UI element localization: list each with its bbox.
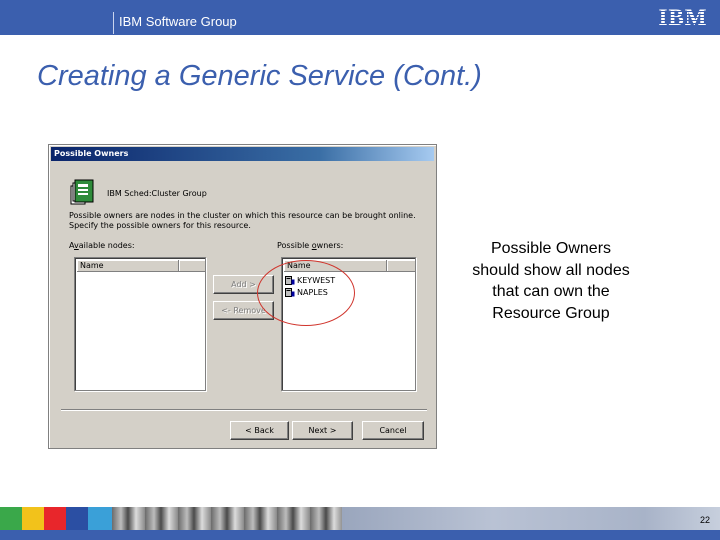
cluster-group-icon: [68, 178, 98, 208]
callout-line-2: should show all nodes: [472, 261, 630, 279]
back-button[interactable]: < Back: [230, 421, 289, 440]
footer-image-strip: [112, 507, 342, 530]
description-line-1: Possible owners are nodes in the cluster…: [69, 211, 416, 220]
page-number: 22: [699, 515, 710, 525]
available-label-suffix: ailable nodes:: [78, 241, 135, 250]
owners-column-filler: [387, 260, 415, 272]
ibm-logo: IBM: [656, 6, 710, 28]
available-name-column-header[interactable]: Name: [77, 260, 179, 272]
top-banner: IBM Software Group IBM: [0, 0, 720, 35]
footer-yellow-block: [22, 507, 44, 530]
footer-green-block: [0, 507, 22, 530]
callout-line-3: that can own the: [492, 283, 610, 300]
callout-text: Possible Owners should show all nodes th…: [456, 238, 646, 324]
callout-line-4: Resource Group: [492, 304, 610, 322]
available-column-filler: [179, 260, 205, 272]
dialog-description: Possible owners are nodes in the cluster…: [69, 211, 419, 231]
footer-cyan-block: [88, 507, 112, 530]
next-button[interactable]: Next >: [292, 421, 353, 440]
footer-red-block: [44, 507, 66, 530]
possible-owners-dialog: Possible Owners IBM Sched:Cluster Group …: [48, 144, 437, 449]
footer-blue-block: [66, 507, 88, 530]
group-name: IBM Sched:Cluster Group: [107, 189, 207, 198]
callout-line-1: Possible Owners: [490, 240, 612, 257]
cancel-button[interactable]: Cancel: [362, 421, 424, 440]
available-nodes-label: Available nodes:: [69, 241, 135, 250]
footer-gradient-band: [342, 507, 720, 530]
dialog-divider: [61, 409, 427, 411]
footer-base-band: [0, 530, 720, 540]
group-label: IBM Software Group: [119, 14, 237, 29]
banner-separator: [113, 12, 114, 34]
owners-label-prefix: Possible: [277, 241, 312, 250]
highlight-ellipse: [257, 260, 355, 326]
ibm-logo-text: IBM: [659, 6, 708, 28]
available-nodes-list[interactable]: Name: [74, 257, 206, 391]
possible-owners-label: Possible owners:: [277, 241, 343, 250]
slide-title: Creating a Generic Service (Cont.): [37, 60, 482, 92]
dialog-titlebar: Possible Owners: [51, 147, 434, 161]
footer-strip: [0, 507, 720, 540]
dialog-title: Possible Owners: [54, 149, 129, 158]
description-line-2: Specify the possible owners for this res…: [69, 221, 251, 230]
owners-label-suffix: wners:: [316, 241, 344, 250]
